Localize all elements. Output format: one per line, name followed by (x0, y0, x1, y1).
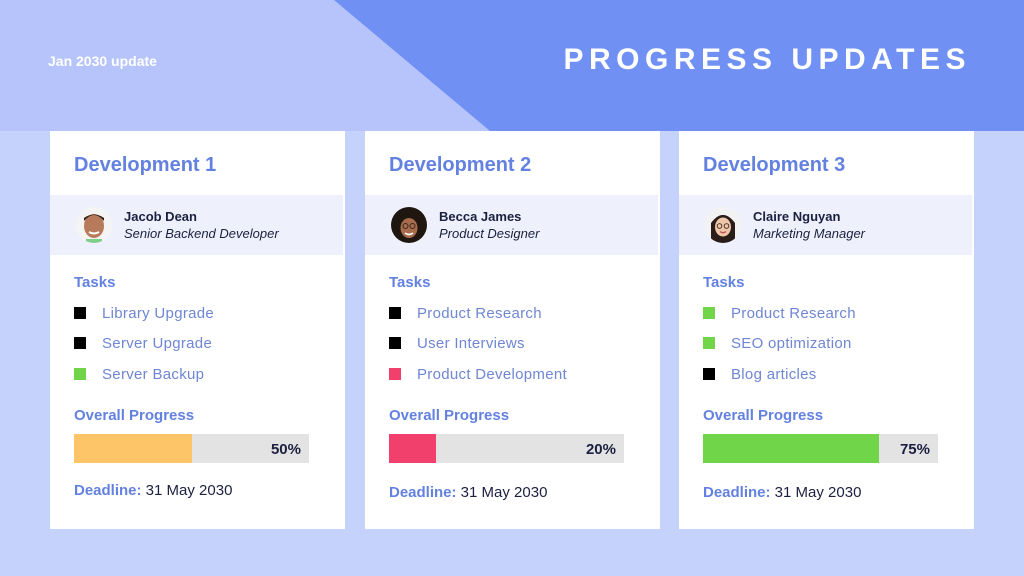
task-label: Server Upgrade (102, 334, 213, 352)
task-item: Blog articles (703, 364, 817, 384)
deadline: Deadline: 31 May 2030 (74, 482, 232, 499)
tasks-heading: Tasks (703, 274, 745, 291)
task-item: Product Research (703, 303, 856, 323)
progress-heading: Overall Progress (389, 407, 510, 424)
assignee-name: Claire Nguyan (753, 209, 841, 224)
assignee-row: Claire Nguyan Marketing Manager (679, 195, 972, 255)
task-label: User Interviews (417, 334, 525, 352)
assignee-name: Becca James (439, 209, 522, 224)
tasks-heading: Tasks (74, 274, 116, 291)
avatar-woman-icon (705, 207, 741, 243)
tasks-heading: Tasks (389, 274, 431, 291)
assignee-role: Senior Backend Developer (124, 226, 279, 241)
task-label: Product Development (417, 365, 567, 383)
deadline-label: Deadline: (703, 484, 771, 501)
task-label: Library Upgrade (102, 304, 215, 322)
progress-bar-fill (389, 434, 436, 463)
assignee-name: Jacob Dean (124, 209, 197, 224)
deadline-label: Deadline: (389, 484, 457, 501)
card-title: Development 2 (389, 154, 532, 176)
task-status-square-icon (703, 307, 715, 319)
assignee-role: Marketing Manager (753, 226, 865, 241)
progress-heading: Overall Progress (703, 407, 824, 424)
task-status-square-icon (703, 368, 715, 380)
progress-bar: 20% (389, 434, 624, 463)
progress-bar: 75% (703, 434, 938, 463)
project-card-development-3: Development 3 Claire Nguyan Marketing Ma… (679, 131, 974, 529)
progress-percent: 75% (899, 441, 930, 458)
card-title: Development 1 (74, 154, 217, 176)
update-date-subtitle: Jan 2030 update (48, 53, 157, 69)
task-label: Server Backup (102, 365, 205, 383)
assignee-row: Becca James Product Designer (365, 195, 658, 255)
deadline-label: Deadline: (74, 482, 142, 499)
avatar-man-icon (76, 207, 112, 243)
deadline-value: 31 May 2030 (770, 484, 862, 501)
progress-percent: 20% (585, 441, 616, 458)
progress-bar: 50% (74, 434, 309, 463)
task-item: Library Upgrade (74, 303, 214, 323)
project-card-development-2: Development 2 Becca James Product Design… (365, 131, 660, 529)
deadline-value: 31 May 2030 (456, 484, 548, 501)
deadline: Deadline: 31 May 2030 (389, 484, 547, 501)
task-label: Blog articles (731, 365, 817, 383)
task-item: Server Upgrade (74, 333, 212, 353)
task-status-square-icon (74, 307, 86, 319)
task-item: Product Development (389, 364, 567, 384)
deadline: Deadline: 31 May 2030 (703, 484, 861, 501)
project-card-development-1: Development 1 Jacob Dean Senior Backend … (50, 131, 345, 529)
assignee-role: Product Designer (439, 226, 540, 241)
progress-bar-fill (74, 434, 192, 463)
progress-heading: Overall Progress (74, 407, 195, 424)
deadline-value: 31 May 2030 (141, 482, 233, 499)
card-title: Development 3 (703, 154, 846, 176)
task-status-square-icon (703, 337, 715, 349)
task-item: Server Backup (74, 364, 204, 384)
task-status-square-icon (74, 337, 86, 349)
task-status-square-icon (74, 368, 86, 380)
task-item: User Interviews (389, 333, 525, 353)
progress-percent: 50% (270, 441, 301, 458)
task-label: Product Research (417, 304, 542, 322)
task-label: SEO optimization (731, 334, 852, 352)
task-item: SEO optimization (703, 333, 852, 353)
avatar-woman-curly-icon (391, 207, 427, 243)
page-title: PROGRESS UPDATES (563, 43, 971, 76)
task-status-square-icon (389, 337, 401, 349)
task-item: Product Research (389, 303, 542, 323)
task-status-square-icon (389, 307, 401, 319)
progress-bar-fill (703, 434, 880, 463)
task-status-square-icon (389, 368, 401, 380)
task-label: Product Research (731, 304, 856, 322)
assignee-row: Jacob Dean Senior Backend Developer (50, 195, 343, 255)
